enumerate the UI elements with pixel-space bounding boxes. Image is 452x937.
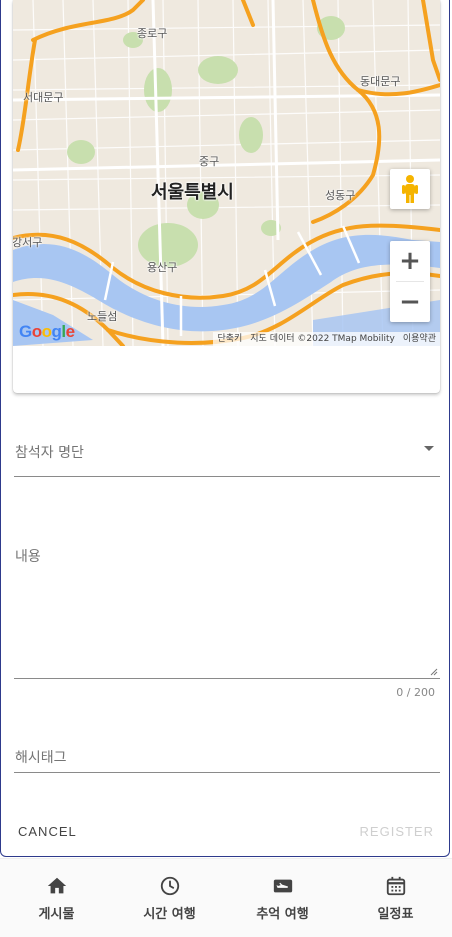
map-card: 서울특별시 종로구 동대문구 서대문구 중구 성동구 용산구 강서구 노들섬 +… xyxy=(13,0,440,393)
map-attribution: 단축키 지도 데이터 ©2022 TMap Mobility 이용약관 xyxy=(213,332,440,346)
keyboard-shortcuts-link[interactable]: 단축키 xyxy=(217,332,242,346)
map-data-credit: 지도 데이터 ©2022 TMap Mobility xyxy=(250,334,395,344)
google-logo[interactable]: Google xyxy=(19,322,75,342)
attendees-label: 참석자 명단 xyxy=(15,445,84,461)
clock-icon xyxy=(160,876,179,895)
nav-item-label: 일정표 xyxy=(377,906,414,922)
nav-item-schedule[interactable]: 일정표 xyxy=(339,859,452,937)
zoom-controls: + − xyxy=(390,241,430,322)
hashtag-label: 해시태그 xyxy=(15,750,67,766)
attendees-select[interactable]: 참석자 명단 xyxy=(14,436,440,477)
bottom-navigation: 게시물 시간 여행 추억 여행 일정표 xyxy=(0,858,452,937)
nav-item-memory-travel[interactable]: 추억 여행 xyxy=(226,859,339,937)
zoom-in-button[interactable]: + xyxy=(390,241,430,281)
map-district-label: 중구 xyxy=(199,155,220,168)
caret-down-icon xyxy=(424,446,434,451)
nav-item-label: 추억 여행 xyxy=(256,906,309,922)
map-view[interactable]: 서울특별시 종로구 동대문구 서대문구 중구 성동구 용산구 강서구 노들섬 +… xyxy=(13,0,440,346)
register-button[interactable]: REGISTER xyxy=(360,824,434,839)
nav-item-label: 시간 여행 xyxy=(143,906,196,922)
calendar-icon xyxy=(386,876,405,895)
resize-handle-icon[interactable] xyxy=(428,666,438,676)
pegman-icon xyxy=(402,175,418,203)
zoom-out-button[interactable]: − xyxy=(390,282,430,322)
ticket-icon xyxy=(273,879,292,892)
map-district-label: 서대문구 xyxy=(23,91,64,104)
map-district-label: 성동구 xyxy=(325,189,356,202)
form-sheet: 서울특별시 종로구 동대문구 서대문구 중구 성동구 용산구 강서구 노들섬 +… xyxy=(0,0,450,857)
terms-link[interactable]: 이용약관 xyxy=(403,332,436,346)
content-label: 내용 xyxy=(15,549,41,565)
cancel-button[interactable]: CANCEL xyxy=(18,824,77,839)
street-view-pegman-button[interactable] xyxy=(390,169,430,209)
nav-item-label: 게시물 xyxy=(38,906,75,922)
map-district-label: 용산구 xyxy=(147,261,178,274)
content-textarea[interactable]: 내용 xyxy=(14,540,440,679)
map-city-label: 서울특별시 xyxy=(151,182,234,203)
home-icon xyxy=(47,877,66,893)
map-district-label: 동대문구 xyxy=(360,75,401,88)
map-district-label: 강서구 xyxy=(13,236,43,249)
nav-item-time-travel[interactable]: 시간 여행 xyxy=(113,859,226,937)
map-tiles xyxy=(13,0,440,346)
map-district-label: 노들섬 xyxy=(87,310,118,323)
map-district-label: 종로구 xyxy=(137,27,168,40)
nav-item-posts[interactable]: 게시물 xyxy=(0,859,113,937)
hashtag-input[interactable]: 해시태그 xyxy=(14,742,440,773)
content-char-counter: 0 / 200 xyxy=(396,686,435,699)
